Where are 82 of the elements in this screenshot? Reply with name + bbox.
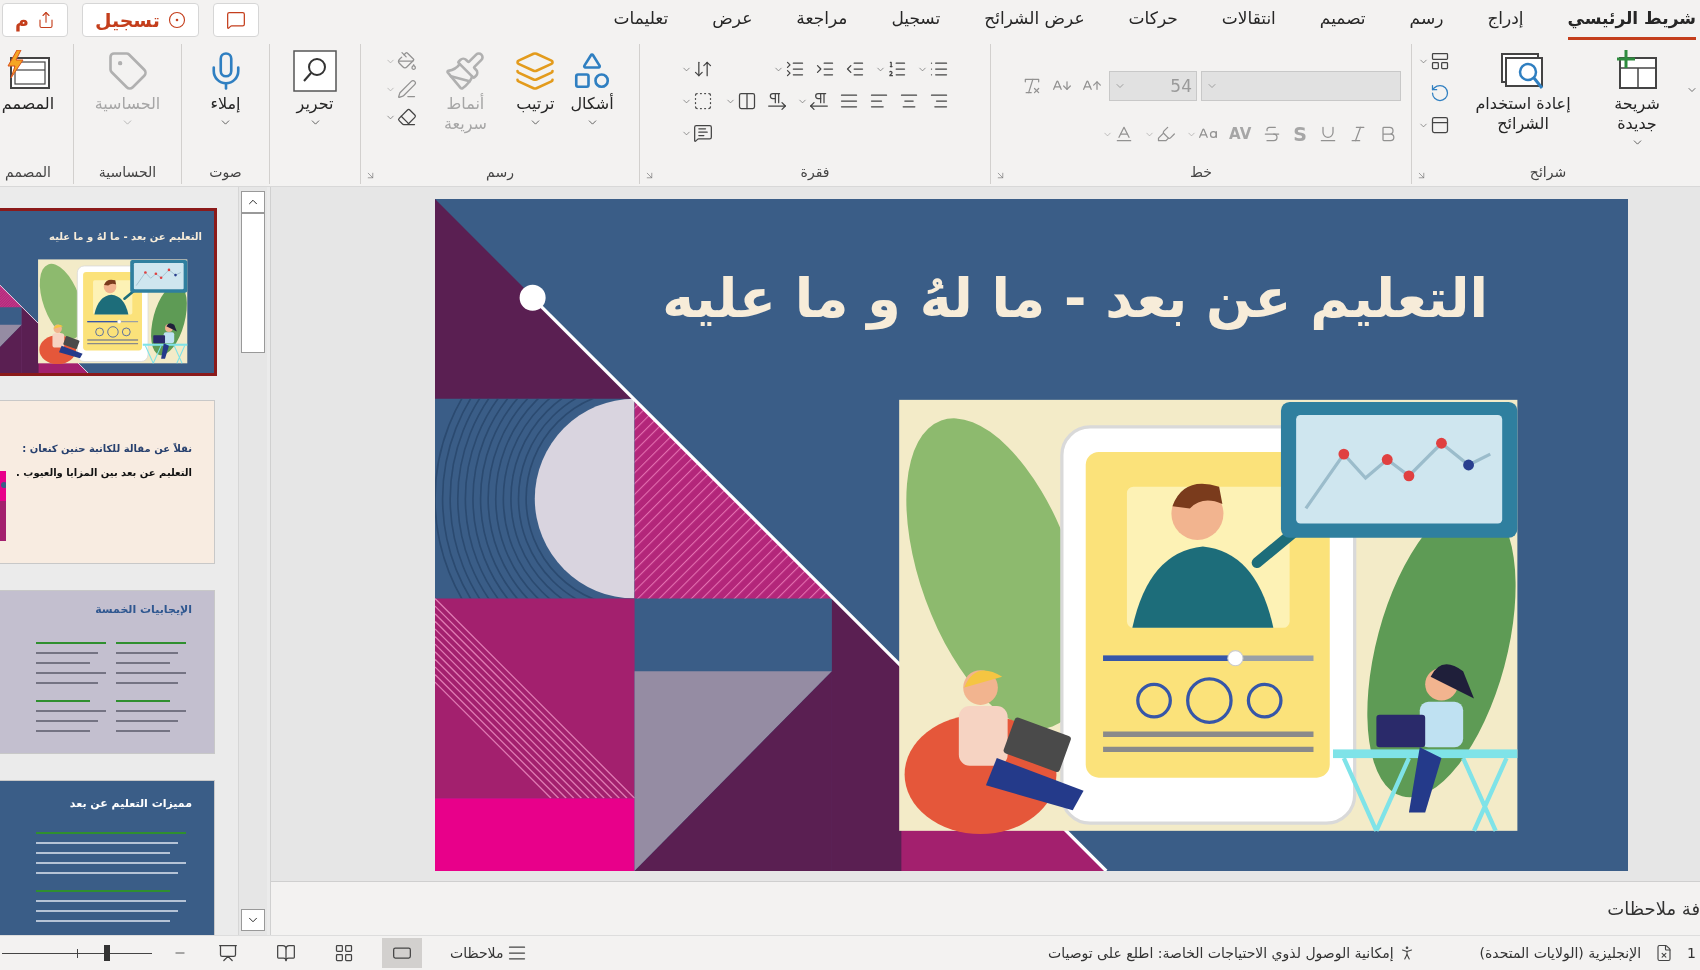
ribbon-tab[interactable]: تسجيل: [891, 0, 941, 40]
ribbon-tab[interactable]: مراجعة: [796, 0, 848, 40]
section-icon: [1430, 115, 1450, 135]
text-direction-icon: [693, 59, 713, 79]
record-icon: [167, 11, 186, 29]
dictate-button[interactable]: إملاء: [200, 48, 251, 131]
reuse-slides-icon: [1500, 50, 1546, 92]
share-icon: [36, 11, 55, 29]
dialog-launcher-button[interactable]: [365, 170, 376, 181]
slide-thumbnail[interactable]: التعليم عن بعد - ما لهُ و ما عليه: [0, 211, 214, 373]
group-label: خط: [1190, 164, 1212, 180]
ribbon-tab[interactable]: تصميم: [1319, 0, 1366, 40]
designer-button[interactable]: المصمم: [0, 48, 59, 116]
normal-view-button[interactable]: [382, 938, 422, 968]
dialog-launcher-button[interactable]: [995, 170, 1006, 181]
slide-number: 1: [1687, 945, 1696, 961]
comment-icon: [225, 10, 246, 30]
group-label: الحساسية: [98, 164, 157, 180]
ribbon-tab[interactable]: حركات: [1128, 0, 1178, 40]
notes-button[interactable]: ملاحظات: [440, 938, 538, 968]
group-label: صوت: [209, 164, 242, 180]
new-slide-button[interactable]: شريحة جديدة: [1593, 48, 1681, 151]
scroll-down-button[interactable]: [241, 909, 265, 931]
share-button[interactable]: م: [2, 3, 68, 37]
reset-icon: [1430, 83, 1450, 103]
columns-icon: [737, 91, 757, 111]
notes-field[interactable]: فة ملاحظات: [271, 881, 1700, 935]
thumbnail-title: الإيجابيات الخمسة: [95, 603, 192, 616]
dialog-launcher-icon: [1416, 170, 1427, 181]
dialog-launcher-icon: [644, 170, 655, 181]
thumbnail-text: نقلاً عن مقالة للكاتبة حنين كنعان :: [22, 443, 192, 454]
thumbnail-text: التعليم عن بعد بين المزايا والعيوب .: [16, 467, 192, 478]
new-slide-icon: [1614, 50, 1660, 92]
scroll-up-button[interactable]: [241, 191, 265, 213]
arrange-icon: [514, 50, 557, 92]
slide-thumbnail[interactable]: الإيجابيات الخمسة: [0, 591, 214, 753]
slideshow-icon: [218, 943, 238, 963]
tag-icon: [106, 50, 149, 92]
dialog-launcher-button[interactable]: [1416, 170, 1427, 181]
spelling-icon: [1655, 944, 1674, 962]
accessibility-button[interactable]: إمكانية الوصول لذوي الاحتياجات الخاصة: اطلع على توصيات: [1038, 938, 1426, 968]
reading-view-icon: [276, 943, 296, 963]
dialog-launcher-icon: [995, 170, 1006, 181]
dialog-launcher-icon: [365, 170, 376, 181]
highlight-icon: [1156, 124, 1177, 144]
editing-button[interactable]: تحرير: [289, 48, 341, 131]
arrange-button[interactable]: ترتيب: [510, 48, 561, 131]
ribbon-tab[interactable]: تعليمات: [613, 0, 669, 40]
left-to-right-icon: [767, 91, 787, 111]
numbering-icon: [887, 59, 907, 79]
record-button[interactable]: تسجيل: [81, 3, 199, 37]
slide-title: التعليم عن بعد - ما لهُ و ما عليه: [662, 267, 1488, 330]
comments-button[interactable]: [212, 3, 259, 37]
ribbon-tab[interactable]: عرض الشرائح: [984, 0, 1085, 40]
line-spacing-icon: [785, 59, 805, 79]
ribbon-tab[interactable]: عرض: [712, 0, 753, 40]
right-to-left-icon: [809, 91, 829, 111]
slide-thumbnail[interactable]: مميزات التعليم عن بعد: [0, 781, 214, 935]
language-label[interactable]: الإنجليزية (الولايات المتحدة): [1479, 945, 1642, 961]
slide-sorter-icon: [334, 943, 354, 963]
thumbnail-title: مميزات التعليم عن بعد: [69, 797, 192, 810]
underline-icon: [1318, 124, 1338, 144]
scrollbar-thumb[interactable]: [241, 213, 265, 353]
paintbrush-icon: [444, 50, 487, 92]
search-icon: [293, 50, 337, 92]
group-label: شرائح: [1529, 164, 1567, 180]
zoom-slider-thumb[interactable]: [104, 945, 110, 961]
group-label: رسم: [486, 164, 514, 180]
ribbon-tab[interactable]: انتقالات: [1221, 0, 1276, 40]
layout-icon: [1430, 51, 1450, 71]
reuse-slides-button[interactable]: إعادة استخدام الشرائح: [1459, 48, 1587, 136]
ribbon-tab[interactable]: رسم: [1409, 0, 1444, 40]
dialog-launcher-button[interactable]: [644, 170, 655, 181]
designer-icon: [5, 50, 51, 92]
shapes-button[interactable]: أشكال: [566, 48, 618, 131]
group-label: فقرة: [800, 164, 830, 180]
clear-formatting-icon: [1022, 76, 1042, 96]
group-label: المصمم: [5, 164, 51, 180]
shape-fill-icon: [397, 51, 418, 71]
ribbon-tab[interactable]: إدراج: [1487, 0, 1524, 40]
slide-thumbnail[interactable]: نقلاً عن مقالة للكاتبة حنين كنعان : التعليم عن بعد بين المزايا والعيوب .: [0, 401, 214, 563]
thumbnail-title: التعليم عن بعد - ما لهُ و ما عليه: [49, 231, 202, 242]
